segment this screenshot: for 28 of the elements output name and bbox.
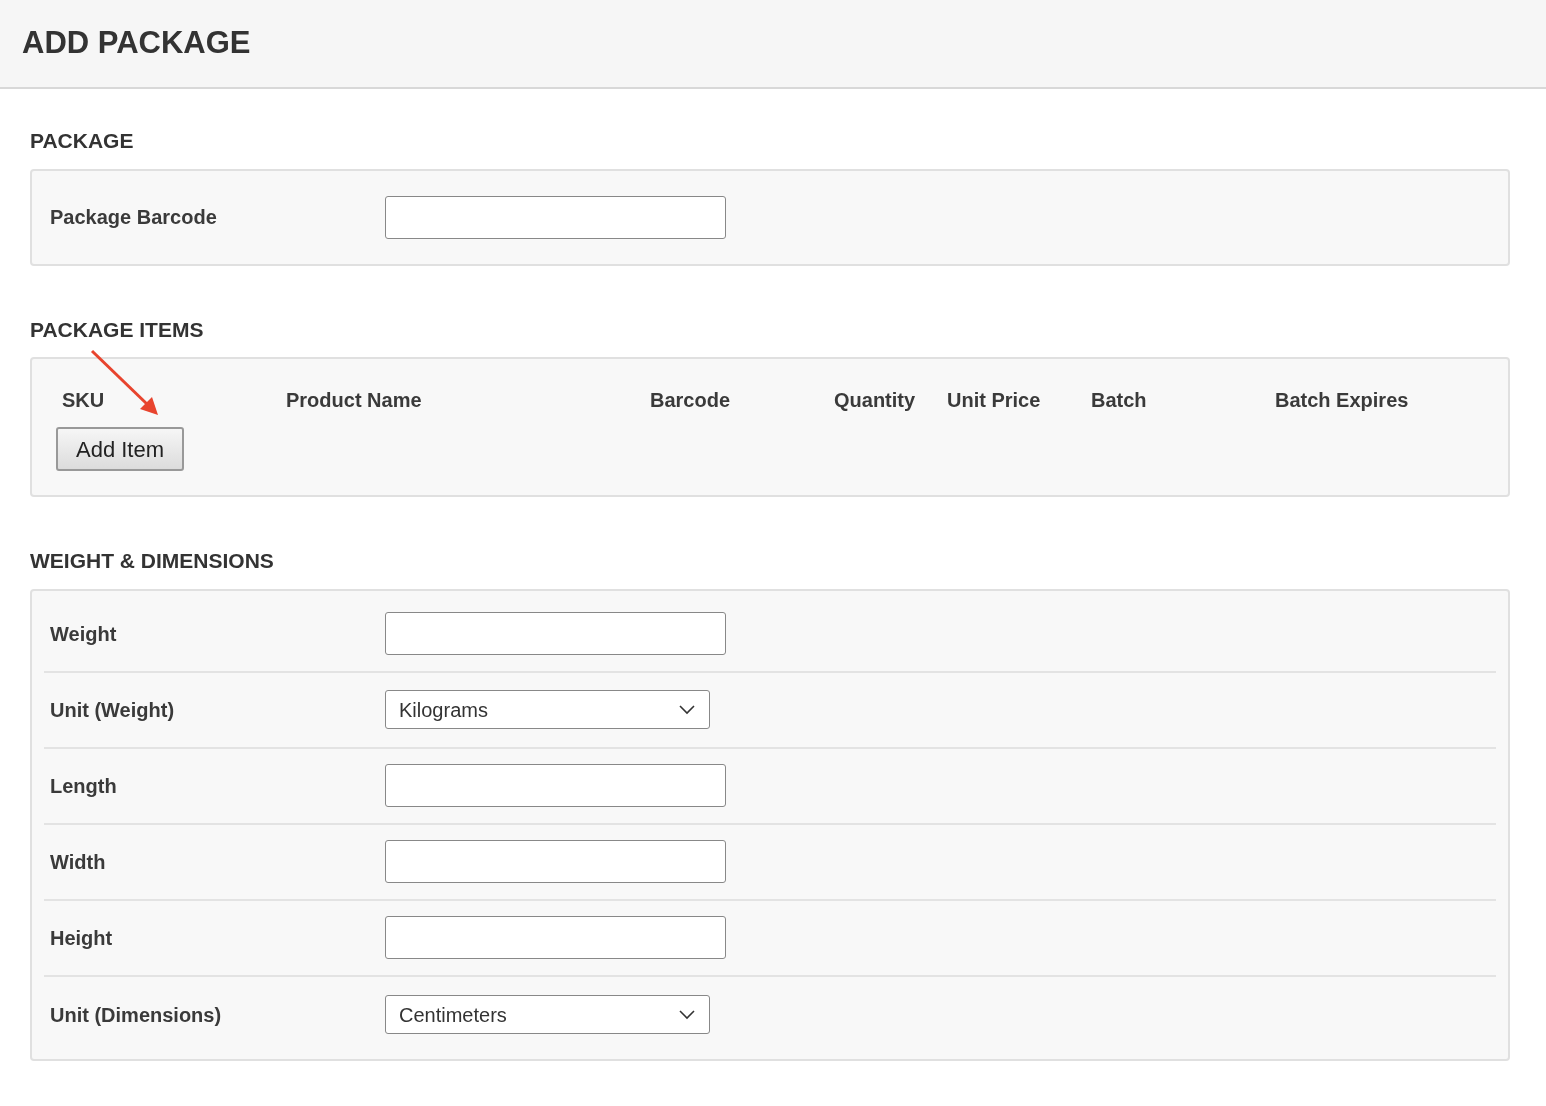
column-header: Batch bbox=[1091, 389, 1147, 411]
field-label: Height bbox=[50, 925, 114, 951]
field-label: Length bbox=[50, 773, 118, 799]
column-header: Barcode bbox=[650, 389, 731, 411]
field-label: Weight bbox=[50, 621, 118, 647]
field-label: Unit (Dimensions) bbox=[50, 1002, 223, 1028]
chevron-down-icon bbox=[679, 704, 695, 715]
input-field[interactable] bbox=[385, 764, 726, 807]
page-title: ADD PACKAGE bbox=[22, 24, 251, 63]
input-field[interactable] bbox=[385, 916, 726, 959]
section-heading: PACKAGE bbox=[30, 128, 135, 154]
add-item-button[interactable]: Add Item bbox=[56, 427, 185, 471]
chevron-down-icon bbox=[679, 1009, 695, 1020]
column-header: SKU bbox=[62, 389, 105, 411]
input-field[interactable] bbox=[385, 195, 726, 239]
select-field[interactable]: Centimeters bbox=[385, 995, 710, 1034]
input-field[interactable] bbox=[385, 612, 726, 655]
column-header: Unit Price bbox=[947, 389, 1041, 411]
section-heading: WEIGHT & DIMENSIONS bbox=[30, 548, 275, 574]
field-label: Unit (Weight) bbox=[50, 697, 176, 723]
section-heading: PACKAGE ITEMS bbox=[30, 316, 205, 343]
column-header: Quantity bbox=[834, 389, 916, 411]
field-label: Width bbox=[50, 849, 107, 875]
select-field[interactable]: Kilograms bbox=[385, 690, 710, 729]
input-field[interactable] bbox=[385, 840, 726, 883]
column-header: Product Name bbox=[286, 389, 422, 411]
column-header: Batch Expires bbox=[1275, 389, 1409, 411]
field-label: Package Barcode bbox=[50, 205, 218, 230]
